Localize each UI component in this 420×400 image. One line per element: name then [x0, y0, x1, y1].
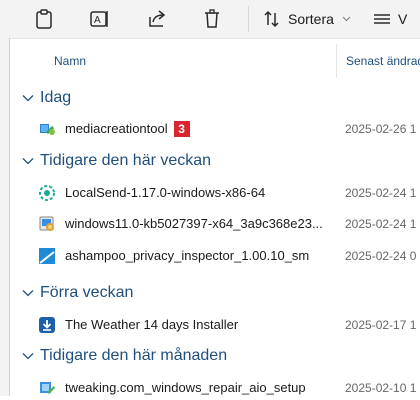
- delete-button[interactable]: [202, 7, 222, 31]
- column-header-date[interactable]: Senast ändrad: [346, 54, 420, 68]
- delete-icon: [205, 9, 219, 28]
- file-date: 2025-02-10 1: [345, 381, 417, 395]
- file-row[interactable]: The Weather 14 days Installer 2025-02-17…: [10, 313, 420, 337]
- chevron-down-icon: [22, 353, 34, 360]
- svg-text:A: A: [94, 15, 101, 26]
- view-icon: [374, 14, 390, 24]
- chevron-down-icon: [342, 16, 351, 22]
- setup-installer-icon: [40, 382, 55, 394]
- share-icon: [149, 10, 166, 27]
- windows-update-package-icon: [39, 216, 54, 231]
- group-label: Tidigare den här månaden: [40, 347, 228, 364]
- file-name: tweaking.com_windows_repair_aio_setup: [65, 380, 306, 395]
- chevron-down-icon: [22, 290, 34, 297]
- group-header-earlier-this-month[interactable]: Tidigare den här månaden: [22, 344, 227, 368]
- localsend-icon: [39, 185, 55, 201]
- group-label: Tidigare den här veckan: [40, 152, 212, 169]
- column-header-name[interactable]: Namn: [54, 54, 86, 68]
- group-header-last-week[interactable]: Förra veckan: [22, 281, 133, 305]
- chevron-down-icon: [22, 95, 34, 102]
- rename-icon: A: [90, 11, 108, 27]
- group-header-earlier-this-week[interactable]: Tidigare den här veckan: [22, 149, 211, 173]
- file-date: 2025-02-24 1: [345, 217, 417, 231]
- file-row[interactable]: LocalSend-1.17.0-windows-x86-64 2025-02-…: [10, 181, 420, 205]
- group-label: Förra veckan: [40, 284, 134, 301]
- toolbar-separator: [248, 6, 249, 32]
- group-label: Idag: [40, 89, 72, 106]
- sort-label: Sortera: [288, 11, 334, 27]
- file-name: windows11.0-kb5027397-x64_3a9c368e23...: [65, 216, 323, 231]
- command-toolbar: A Sortera V: [0, 0, 420, 39]
- sort-icon: [264, 10, 279, 28]
- file-name: LocalSend-1.17.0-windows-x86-64: [65, 185, 266, 200]
- file-date: 2025-02-26 1: [345, 122, 417, 136]
- copy-button[interactable]: [34, 7, 54, 31]
- file-date: 2025-02-24 0: [345, 249, 417, 263]
- column-resize-handle[interactable]: [336, 44, 337, 78]
- ashampoo-icon: [39, 248, 55, 264]
- media-creation-tool-icon: [40, 124, 55, 135]
- file-date: 2025-02-17 1: [345, 318, 417, 332]
- chevron-down-icon: [22, 158, 34, 165]
- number-badge: 3: [173, 120, 190, 137]
- installer-download-icon: [39, 317, 55, 333]
- file-row[interactable]: ashampoo_privacy_inspector_1.00.10_sm 20…: [10, 244, 420, 268]
- group-header-today[interactable]: Idag: [22, 86, 71, 110]
- share-button[interactable]: [146, 7, 168, 31]
- view-button[interactable]: V: [372, 7, 407, 31]
- file-name: The Weather 14 days Installer: [65, 317, 239, 332]
- column-header-row: Namn Senast ändrad: [10, 38, 420, 78]
- file-row[interactable]: mediacreationtool 3 2025-02-26 1: [10, 117, 420, 141]
- file-date: 2025-02-24 1: [345, 186, 417, 200]
- rename-button[interactable]: A: [89, 7, 111, 31]
- file-name: ashampoo_privacy_inspector_1.00.10_sm: [65, 248, 310, 263]
- file-row[interactable]: windows11.0-kb5027397-x64_3a9c368e23... …: [10, 212, 420, 236]
- clipboard-icon: [36, 9, 52, 29]
- file-name: mediacreationtool: [65, 121, 168, 136]
- file-row[interactable]: tweaking.com_windows_repair_aio_setup 20…: [10, 376, 420, 400]
- sort-button[interactable]: Sortera: [263, 7, 351, 31]
